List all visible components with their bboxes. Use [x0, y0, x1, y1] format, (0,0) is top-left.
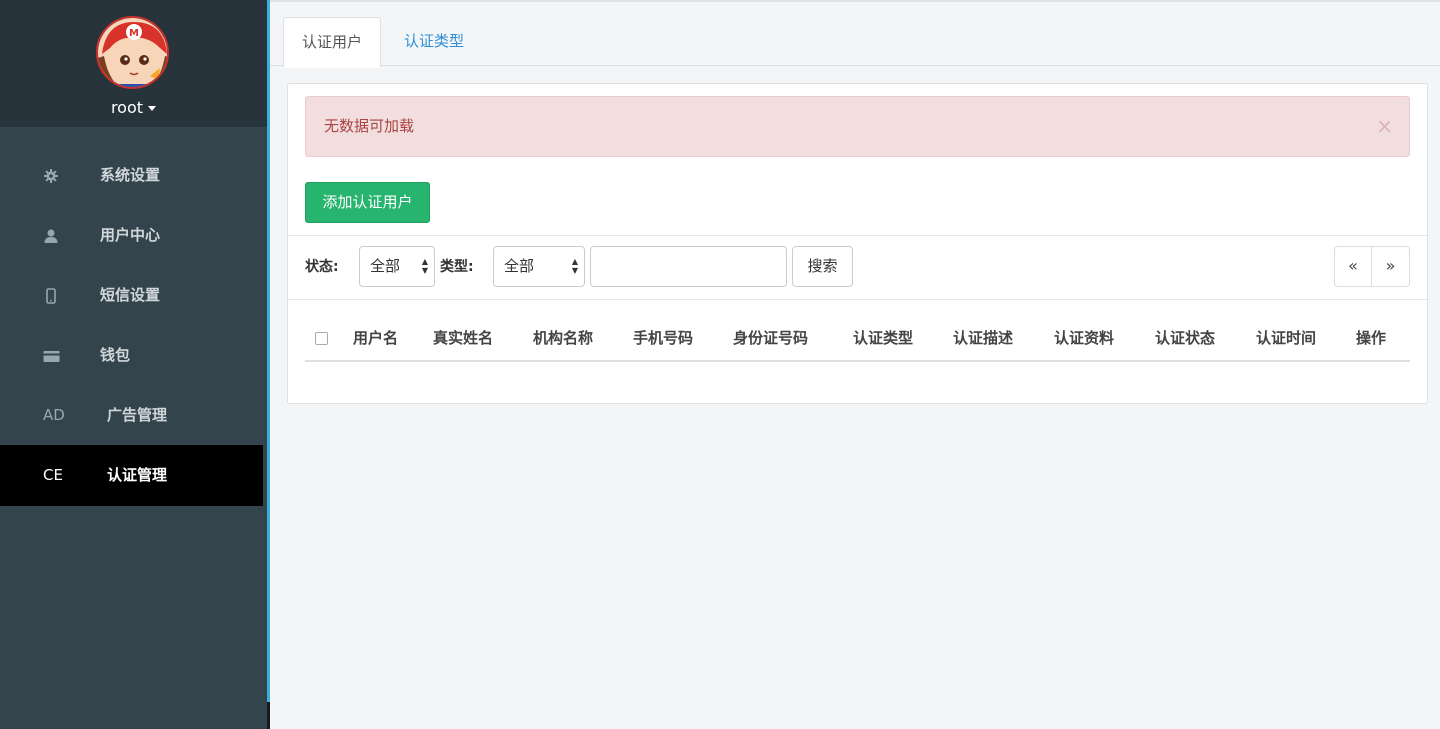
sidebar-item-label: 钱包 [100, 346, 131, 364]
sidebar-item-certification-management[interactable]: CE 认证管理 [0, 445, 263, 506]
sidebar-item-label: 认证管理 [107, 466, 168, 484]
select-all-checkbox[interactable] [315, 332, 328, 345]
sidebar-item-label: 用户中心 [100, 226, 161, 244]
tab-certification-types[interactable]: 认证类型 [386, 17, 482, 68]
column-header[interactable]: 机构名称 [533, 316, 593, 360]
sidebar-item-sms-settings[interactable]: 短信设置 [0, 265, 263, 326]
divider [288, 235, 1427, 236]
search-button[interactable]: 搜索 [792, 246, 853, 287]
status-select-value: 全部 [370, 257, 401, 275]
add-certified-user-button[interactable]: 添加认证用户 [305, 182, 430, 223]
username: root [110, 98, 144, 117]
column-header[interactable]: 认证类型 [853, 316, 913, 360]
user-profile: M root [0, 0, 267, 127]
select-arrows-icon: ▲ ▼ [421, 257, 428, 275]
caret-down-icon [148, 106, 157, 111]
sidebar-accent-border [267, 0, 270, 702]
sidebar: M root 系统设置 用户中心 短信设置 钱包 AD 广告管理 CE 认证管理 [0, 0, 270, 729]
divider [288, 299, 1427, 300]
tab-certified-users[interactable]: 认证用户 [283, 17, 382, 68]
type-select[interactable]: 全部 ▲ ▼ [493, 246, 585, 287]
pagination: « » [1334, 246, 1410, 287]
ce-icon: CE [43, 466, 63, 484]
sidebar-item-user-center[interactable]: 用户中心 [0, 205, 263, 266]
pagination-next-button[interactable]: » [1372, 247, 1409, 286]
column-header[interactable]: 真实姓名 [433, 316, 493, 360]
sidebar-item-label: 系统设置 [100, 166, 161, 184]
ad-icon: AD [43, 406, 65, 424]
column-header[interactable]: 手机号码 [633, 316, 693, 360]
svg-text:M: M [129, 28, 139, 39]
sidebar-item-label: 短信设置 [100, 286, 161, 304]
type-select-value: 全部 [504, 257, 535, 275]
no-data-alert: 无数据可加载 × [305, 96, 1410, 157]
column-header[interactable]: 操作 [1356, 316, 1386, 360]
mobile-icon [43, 265, 59, 326]
credit-card-icon [43, 325, 60, 386]
tab-bar: 认证用户 认证类型 [270, 0, 1440, 68]
user-menu-toggle[interactable]: root [0, 98, 267, 117]
status-select[interactable]: 全部 ▲ ▼ [359, 246, 435, 287]
pagination-prev-button[interactable]: « [1335, 247, 1372, 286]
alert-message: 无数据可加载 [324, 117, 415, 135]
user-icon [43, 205, 59, 266]
sidebar-item-wallet[interactable]: 钱包 [0, 325, 263, 386]
column-header[interactable]: 认证状态 [1155, 316, 1215, 360]
sidebar-border-bottom [267, 702, 270, 729]
column-header[interactable]: 用户名 [353, 316, 398, 360]
type-filter-label: 类型: [440, 259, 474, 275]
close-icon[interactable]: × [1376, 97, 1393, 156]
sidebar-item-label: 广告管理 [107, 406, 168, 424]
table-header: 用户名 真实姓名 机构名称 手机号码 身份证号码 认证类型 认证描述 认证资料 … [305, 316, 1410, 362]
status-filter-label: 状态: [305, 259, 339, 275]
avatar[interactable]: M [96, 16, 169, 89]
column-header[interactable]: 身份证号码 [733, 316, 808, 360]
column-header[interactable]: 认证描述 [953, 316, 1013, 360]
column-header[interactable]: 认证资料 [1054, 316, 1114, 360]
search-input[interactable] [590, 246, 787, 287]
column-header[interactable]: 认证时间 [1256, 316, 1316, 360]
sidebar-item-ad-management[interactable]: AD 广告管理 [0, 385, 263, 446]
content-panel: 无数据可加载 × 添加认证用户 状态: 全部 ▲ ▼ 类型: 全部 ▲ ▼ 搜索 «… [287, 83, 1428, 404]
sidebar-item-system-settings[interactable]: 系统设置 [0, 145, 263, 206]
gear-icon [43, 145, 59, 206]
select-arrows-icon: ▲ ▼ [571, 257, 578, 275]
